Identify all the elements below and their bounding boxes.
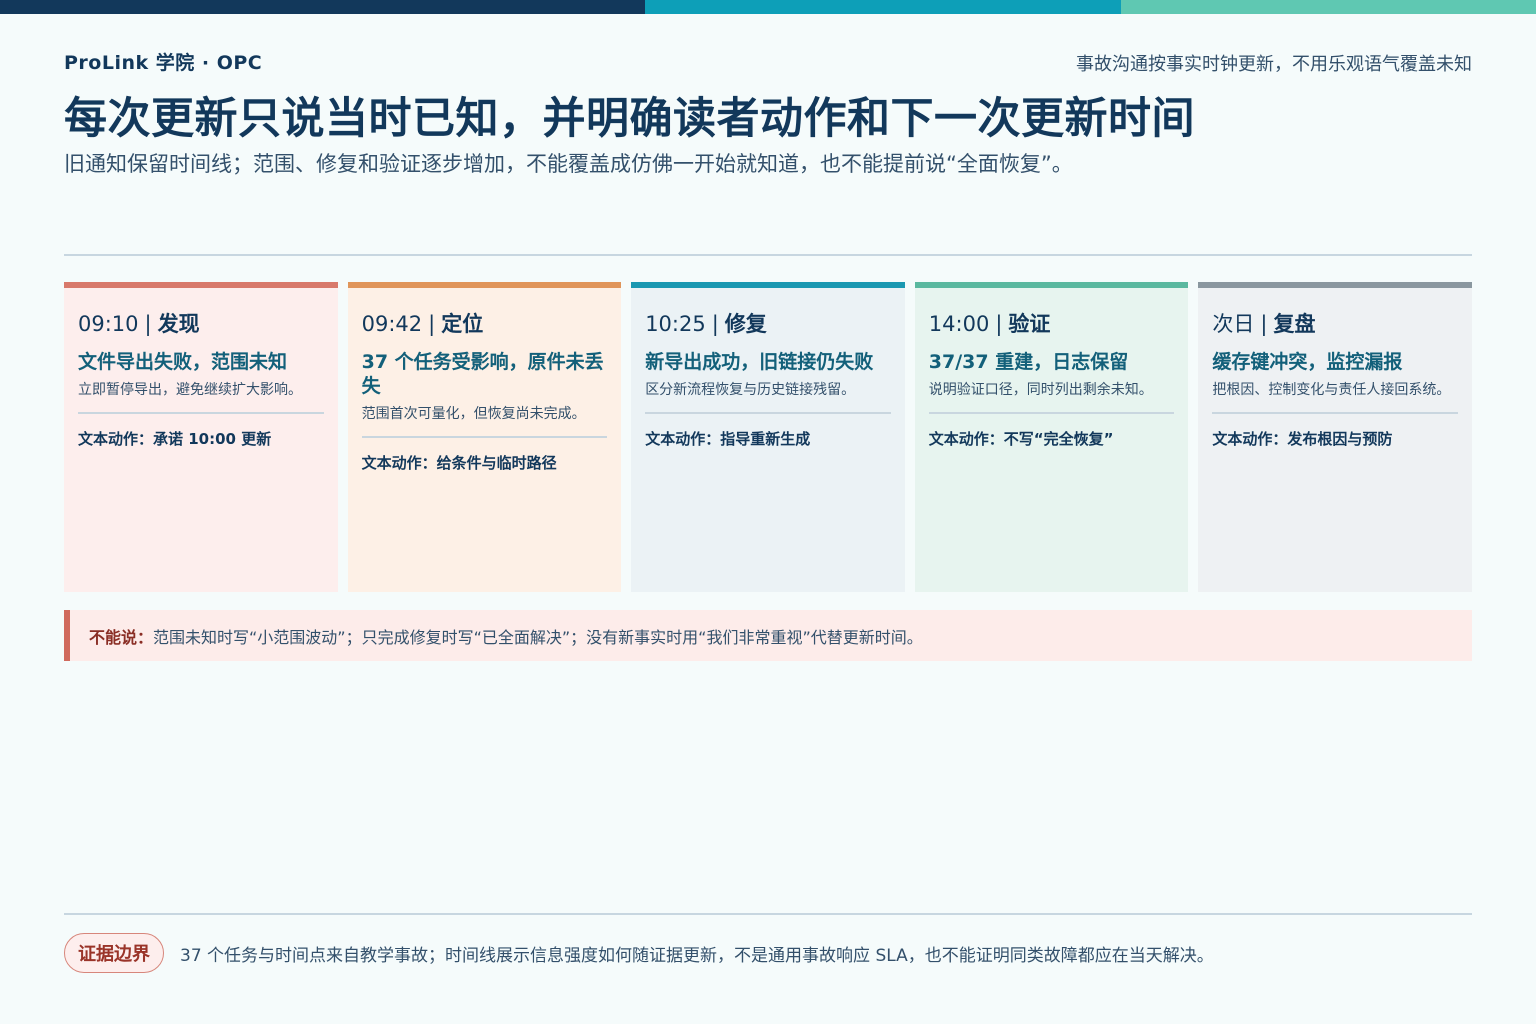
footer-divider [64, 913, 1472, 915]
card-description: 立即暂停导出，避免继续扩大影响。 [78, 380, 324, 414]
evidence-boundary-badge: 证据边界 [64, 933, 164, 973]
card-separator: | [711, 312, 719, 336]
card-action: 文本动作：不写“完全恢复” [928, 430, 1114, 448]
card-description: 把根因、控制变化与责任人接回系统。 [1212, 380, 1458, 414]
card-description: 范围首次可量化，但恢复尚未完成。 [361, 404, 608, 438]
card-time-line: 09:42 | 定位 [362, 308, 608, 338]
footer: 证据边界 37 个任务与时间点来自教学事故；时间线展示信息强度如何随证据更新，不… [64, 933, 1472, 973]
warning-text: 范围未知时写“小范围波动”；只完成修复时写“已全面解决”；没有新事实时用“我们非… [153, 627, 923, 647]
card-time-line: 09:10 | 发现 [78, 308, 324, 338]
warning-banner: 不能说： 范围未知时写“小范围波动”；只完成修复时写“已全面解决”；没有新事实时用… [64, 610, 1472, 661]
card-headline: 37/37 重建，日志保留 [928, 351, 1129, 373]
card-stage: 定位 [441, 312, 484, 336]
card-action: 文本动作：承诺 10:00 更新 [78, 430, 272, 448]
top-bar-segment-navy [0, 0, 645, 14]
card-stage: 修复 [724, 312, 767, 336]
card-headline: 缓存键冲突，监控漏报 [1212, 351, 1403, 373]
page-subtitle: 旧通知保留时间线；范围、修复和验证逐步增加，不能覆盖成仿佛一开始就知道，也不能提… [64, 152, 1073, 176]
card-description: 区分新流程恢复与历史链接残留。 [645, 380, 891, 414]
top-bar-segment-teal [645, 0, 1121, 14]
card-headline: 新导出成功，旧链接仍失败 [645, 351, 874, 373]
card-time: 09:10 [78, 312, 139, 336]
card-time-line: 14:00 | 验证 [929, 308, 1175, 338]
card-action: 文本动作：指导重新生成 [645, 430, 811, 448]
card-action: 文本动作：发布根因与预防 [1212, 430, 1393, 448]
tagline: 事故沟通按事实时钟更新，不用乐观语气覆盖未知 [1076, 54, 1472, 75]
timeline-card-locate: 09:42 | 定位 37 个任务受影响，原件未丢失 范围首次可量化，但恢复尚未完成… [347, 282, 622, 592]
card-time: 10:25 [645, 312, 706, 336]
page-title: 每次更新只说当时已知，并明确读者动作和下一次更新时间 [64, 94, 1195, 144]
card-action: 文本动作：给条件与临时路径 [361, 454, 557, 472]
warning-label: 不能说： [89, 627, 154, 647]
card-separator: | [428, 312, 436, 336]
header-divider [64, 254, 1472, 256]
card-headline: 文件导出失败，范围未知 [78, 351, 288, 373]
card-separator: | [144, 312, 152, 336]
top-bar-segment-green [1121, 0, 1536, 14]
timeline-card-discover: 09:10 | 发现 文件导出失败，范围未知 立即暂停导出，避免继续扩大影响。 文本… [64, 282, 338, 592]
card-stage: 验证 [1008, 312, 1051, 336]
timeline-card-review: 次日 | 复盘 缓存键冲突，监控漏报 把根因、控制变化与责任人接回系统。 文本动作：… [1198, 282, 1472, 592]
timeline-card-verify: 14:00 | 验证 37/37 重建，日志保留 说明验证口径，同时列出剩余未知。 … [914, 282, 1189, 592]
card-time-line: 10:25 | 修复 [645, 308, 891, 338]
card-stage: 复盘 [1273, 312, 1316, 336]
card-time: 14:00 [928, 312, 990, 336]
card-description: 说明验证口径，同时列出剩余未知。 [928, 380, 1175, 414]
card-separator: | [1260, 312, 1268, 336]
timeline-card-fix: 10:25 | 修复 新导出成功，旧链接仍失败 区分新流程恢复与历史链接残留。 文本… [631, 282, 905, 592]
footer-text: 37 个任务与时间点来自教学事故；时间线展示信息强度如何随证据更新，不是通用事故… [180, 945, 1214, 966]
card-time: 09:42 [361, 312, 423, 336]
card-separator: | [995, 312, 1003, 336]
brand-label: ProLink 学院 · OPC [64, 52, 263, 74]
card-headline: 37 个任务受影响，原件未丢失 [361, 351, 604, 397]
timeline-cards: 09:10 | 发现 文件导出失败，范围未知 立即暂停导出，避免继续扩大影响。 文本… [64, 282, 1472, 592]
card-stage: 发现 [157, 312, 200, 336]
card-time: 次日 [1212, 312, 1255, 336]
card-time-line: 次日 | 复盘 [1212, 308, 1458, 338]
top-color-bar [0, 0, 1536, 14]
